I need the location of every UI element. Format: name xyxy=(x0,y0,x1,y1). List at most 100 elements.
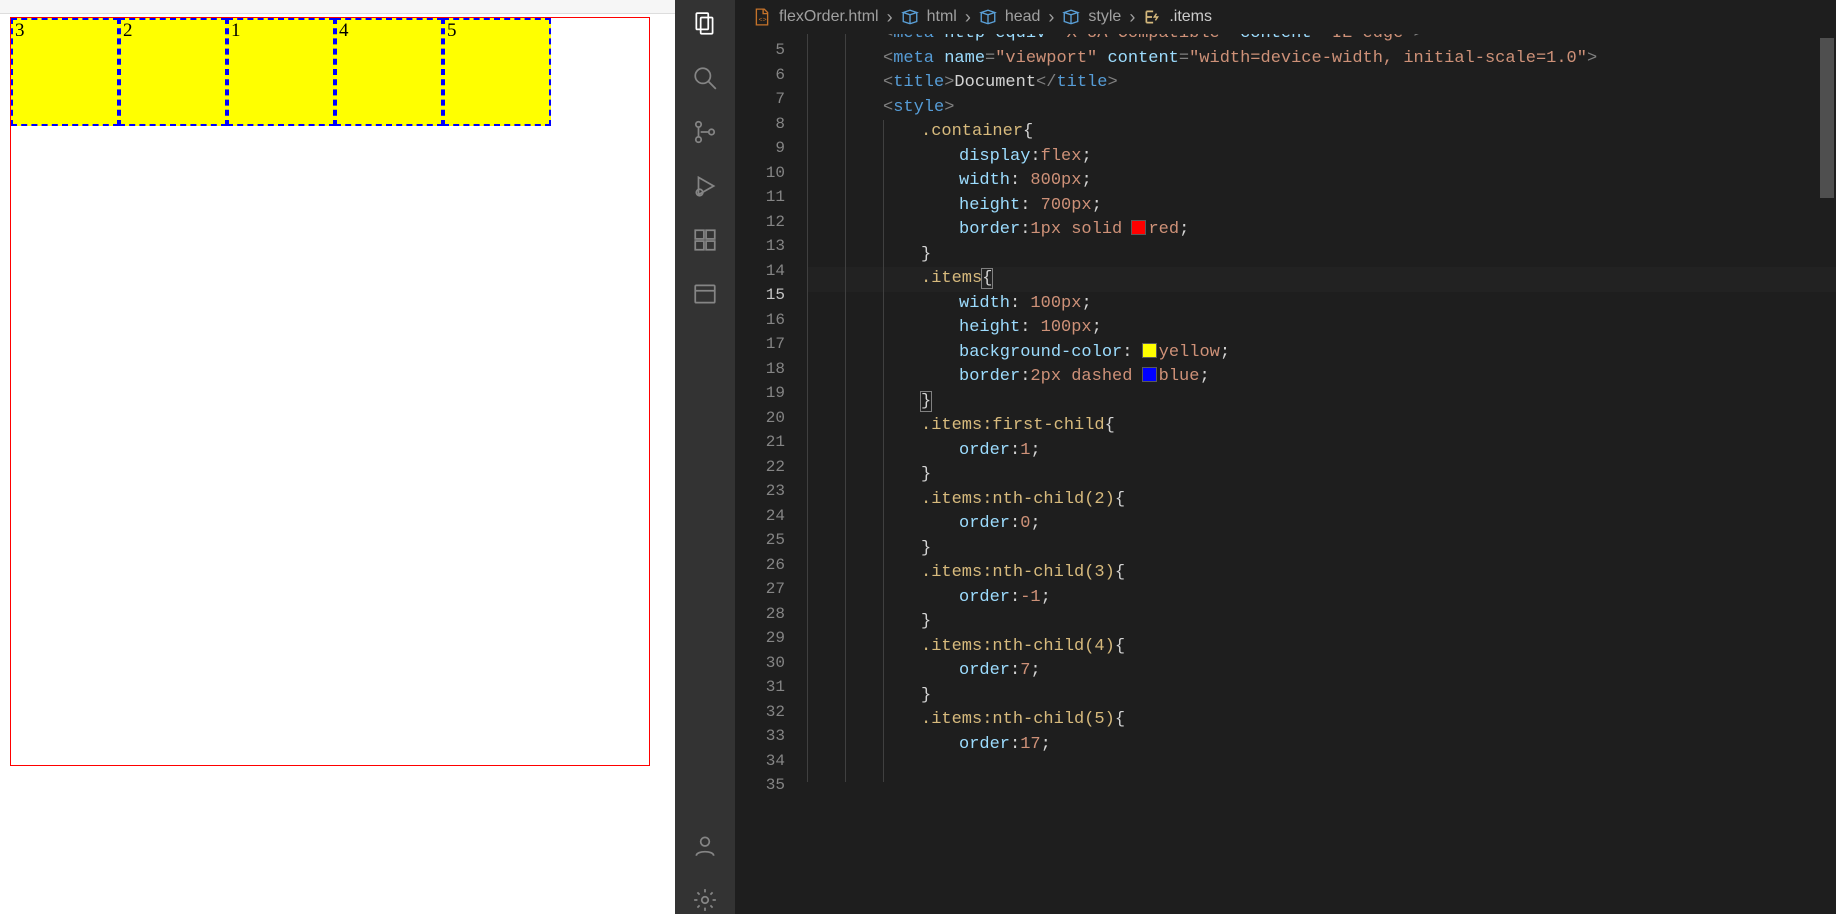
line-number[interactable]: 28 xyxy=(735,602,785,627)
code-line[interactable]: order:0; xyxy=(807,512,1836,537)
browser-tabbar xyxy=(0,0,675,14)
flex-container: 32145 xyxy=(10,17,650,766)
activity-bar xyxy=(675,0,735,914)
line-number[interactable]: 31 xyxy=(735,675,785,700)
flex-item-3: 1 xyxy=(227,18,335,126)
breadcrumb-symbol-icon xyxy=(901,8,919,26)
code-line[interactable]: order:7; xyxy=(807,659,1836,684)
flex-item-4: 4 xyxy=(335,18,443,126)
line-number[interactable]: 30 xyxy=(735,651,785,676)
editor-area: <>flexOrder.html›html›head›style›.items … xyxy=(735,0,1836,914)
chevron-right-icon: › xyxy=(1129,7,1135,28)
line-number[interactable]: 6 xyxy=(735,63,785,88)
code-line[interactable]: order:1; xyxy=(807,439,1836,464)
code-line[interactable]: .items:nth-child(5){ xyxy=(807,708,1836,733)
code-line[interactable]: height: 700px; xyxy=(807,194,1836,219)
code-line[interactable]: .items:first-child{ xyxy=(807,414,1836,439)
panel-icon[interactable] xyxy=(691,280,719,308)
extensions-icon[interactable] xyxy=(691,226,719,254)
line-number[interactable]: 17 xyxy=(735,332,785,357)
code-line[interactable]: .items:nth-child(3){ xyxy=(807,561,1836,586)
line-number[interactable]: 34 xyxy=(735,749,785,774)
code-line[interactable]: border:1px solid red; xyxy=(807,218,1836,243)
flex-item-2: 2 xyxy=(119,18,227,126)
vertical-scrollbar[interactable] xyxy=(1820,38,1834,910)
code-line[interactable]: order:17; xyxy=(807,733,1836,758)
code-line[interactable]: } xyxy=(807,390,1836,415)
code-line[interactable]: .items:nth-child(4){ xyxy=(807,635,1836,660)
chevron-right-icon: › xyxy=(965,7,971,28)
breadcrumb-segment[interactable]: style xyxy=(1088,8,1121,26)
code-line[interactable]: .container{ xyxy=(807,120,1836,145)
line-number[interactable]: 20 xyxy=(735,406,785,431)
search-icon[interactable] xyxy=(691,64,719,92)
line-number[interactable]: 27 xyxy=(735,577,785,602)
code-line[interactable]: } xyxy=(807,684,1836,709)
flex-item-5: 5 xyxy=(443,18,551,126)
code-line[interactable]: order:-1; xyxy=(807,586,1836,611)
code-line[interactable]: border:2px dashed blue; xyxy=(807,365,1836,390)
code-line[interactable]: background-color: yellow; xyxy=(807,341,1836,366)
accounts-icon[interactable] xyxy=(691,832,719,860)
line-number[interactable]: 15 xyxy=(735,283,785,308)
code-line[interactable]: <title>Document</title> xyxy=(807,71,1836,96)
code-line[interactable]: display:flex; xyxy=(807,145,1836,170)
browser-preview-pane: 32145 xyxy=(0,0,675,914)
code-line[interactable]: .items{ xyxy=(807,267,1836,292)
code-line[interactable]: } xyxy=(807,610,1836,635)
line-number[interactable]: 32 xyxy=(735,700,785,725)
line-number[interactable]: 21 xyxy=(735,430,785,455)
line-number[interactable]: 10 xyxy=(735,161,785,186)
breadcrumb-segment[interactable]: html xyxy=(927,8,957,26)
code-scroll: 5678910111213141516171819202122232425262… xyxy=(735,34,1836,914)
code-line[interactable]: } xyxy=(807,537,1836,562)
line-number[interactable]: 8 xyxy=(735,112,785,137)
line-number[interactable]: 18 xyxy=(735,357,785,382)
line-number[interactable]: 12 xyxy=(735,210,785,235)
code-line[interactable]: <style> xyxy=(807,96,1836,121)
scrollbar-thumb[interactable] xyxy=(1820,38,1834,198)
code-line[interactable]: .items:nth-child(2){ xyxy=(807,488,1836,513)
line-number[interactable]: 22 xyxy=(735,455,785,480)
code-line[interactable]: } xyxy=(807,243,1836,268)
code-line[interactable]: } xyxy=(807,463,1836,488)
line-number[interactable]: 14 xyxy=(735,259,785,284)
color-swatch-icon[interactable] xyxy=(1143,368,1156,381)
breadcrumb-symbol-icon xyxy=(1062,8,1080,26)
line-number[interactable]: 19 xyxy=(735,381,785,406)
line-number[interactable]: 25 xyxy=(735,528,785,553)
breadcrumb-segment[interactable]: head xyxy=(1005,8,1041,26)
line-number[interactable]: 29 xyxy=(735,626,785,651)
color-swatch-icon[interactable] xyxy=(1143,344,1156,357)
line-number[interactable]: 11 xyxy=(735,185,785,210)
explorer-icon[interactable] xyxy=(691,10,719,38)
line-number[interactable]: 13 xyxy=(735,234,785,259)
manage-icon[interactable] xyxy=(691,886,719,914)
line-number[interactable]: 24 xyxy=(735,504,785,529)
line-number[interactable]: 7 xyxy=(735,87,785,112)
code-line[interactable]: <meta name="viewport" content="width=dev… xyxy=(807,47,1836,72)
line-number[interactable]: 35 xyxy=(735,773,785,798)
source-control-icon[interactable] xyxy=(691,118,719,146)
breadcrumb-segment[interactable]: .items xyxy=(1169,8,1212,26)
code-content[interactable]: <meta http-equiv="X-UA-Compatible" conte… xyxy=(807,34,1836,914)
line-number-gutter[interactable]: 5678910111213141516171819202122232425262… xyxy=(735,34,807,914)
chevron-right-icon: › xyxy=(887,7,893,28)
line-number[interactable]: 16 xyxy=(735,308,785,333)
breadcrumbs[interactable]: <>flexOrder.html›html›head›style›.items xyxy=(735,0,1836,34)
code-line[interactable]: width: 100px; xyxy=(807,292,1836,317)
code-line[interactable]: <meta http-equiv="X-UA-Compatible" conte… xyxy=(807,34,1836,47)
line-number[interactable]: 5 xyxy=(735,38,785,63)
line-number[interactable]: 23 xyxy=(735,479,785,504)
color-swatch-icon[interactable] xyxy=(1132,221,1145,234)
code-line[interactable]: height: 100px; xyxy=(807,316,1836,341)
code-line[interactable] xyxy=(807,757,1836,782)
run-debug-icon[interactable] xyxy=(691,172,719,200)
flex-item-1: 3 xyxy=(11,18,119,126)
breadcrumb-sel-icon xyxy=(1143,8,1161,26)
line-number[interactable]: 9 xyxy=(735,136,785,161)
line-number[interactable]: 26 xyxy=(735,553,785,578)
breadcrumb-segment[interactable]: flexOrder.html xyxy=(779,8,879,26)
line-number[interactable]: 33 xyxy=(735,724,785,749)
code-line[interactable]: width: 800px; xyxy=(807,169,1836,194)
